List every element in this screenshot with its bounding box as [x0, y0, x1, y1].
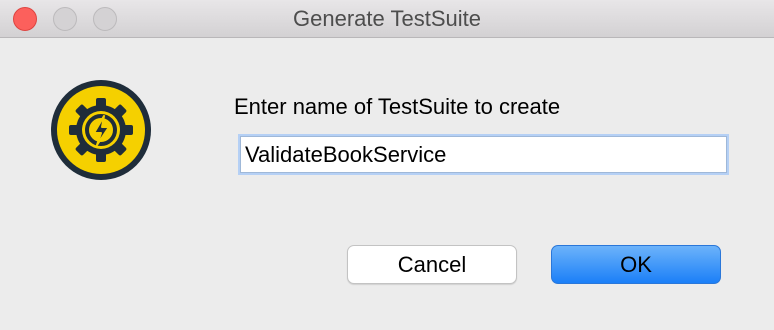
title-bar[interactable]: Generate TestSuite	[0, 0, 774, 38]
window-title: Generate TestSuite	[293, 6, 481, 31]
testsuite-name-input[interactable]	[240, 136, 727, 173]
prompt-label: Enter name of TestSuite to create	[234, 94, 561, 119]
ok-button[interactable]: OK	[551, 245, 721, 284]
dialog-window: Generate TestSuite Enter name of TestSui…	[0, 0, 774, 330]
gear-lightning-icon	[51, 80, 151, 180]
cancel-button[interactable]: Cancel	[347, 245, 517, 284]
